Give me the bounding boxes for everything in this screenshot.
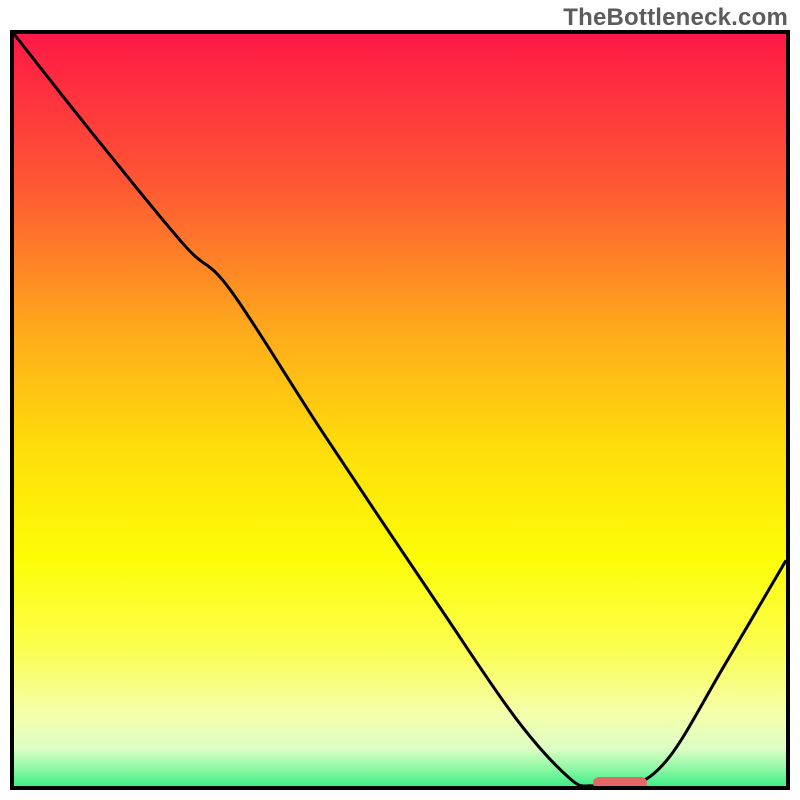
axis-border-top	[10, 30, 790, 34]
axis-border-left	[10, 30, 14, 790]
chart-frame	[10, 30, 790, 790]
chart-svg	[10, 30, 790, 790]
axis-border-right	[786, 30, 790, 790]
gradient-fill	[14, 34, 786, 786]
plot-area	[10, 30, 790, 790]
watermark-text: TheBottleneck.com	[563, 4, 788, 32]
axis-border-bottom	[10, 786, 790, 790]
